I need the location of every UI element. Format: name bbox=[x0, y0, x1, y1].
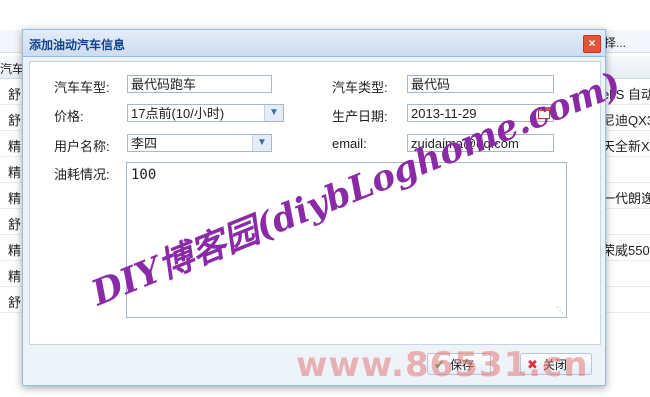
price-label: 价格: bbox=[54, 109, 84, 124]
row-cell-type: 舒 bbox=[8, 295, 22, 310]
username-select[interactable]: 李四 ▼ bbox=[127, 134, 272, 152]
dialog-titlebar[interactable]: 添加油动汽车信息 × bbox=[23, 30, 605, 57]
email-label: email: bbox=[332, 136, 367, 151]
chevron-down-icon[interactable]: ▼ bbox=[264, 105, 283, 121]
car-model-field[interactable]: 最代码跑车 bbox=[127, 75, 272, 93]
close-icon[interactable]: × bbox=[583, 35, 601, 53]
fuel-consumption-label: 油耗情况: bbox=[54, 167, 110, 182]
row-cell-type: 精 bbox=[8, 139, 22, 154]
car-type-label: 汽车类型: bbox=[332, 80, 388, 95]
row-cell-type: 舒 bbox=[8, 217, 22, 232]
row-cell-model: 天全新X bbox=[602, 139, 650, 154]
chevron-down-icon[interactable]: ▼ bbox=[252, 135, 271, 151]
price-select[interactable]: 17点前(10/小时) ▼ bbox=[127, 104, 284, 122]
row-cell-type: 精 bbox=[8, 165, 22, 180]
row-cell-type: 精 bbox=[8, 191, 22, 206]
background-select-dropdown[interactable]: 择... bbox=[604, 34, 644, 50]
username-select-value: 李四 bbox=[131, 136, 158, 151]
watermark-url: www.86531.cn bbox=[296, 345, 589, 385]
resize-grip-icon[interactable]: ⋱ bbox=[556, 307, 564, 315]
row-cell-model: 尼迪QX3 bbox=[602, 113, 650, 128]
dialog-title: 添加油动汽车信息 bbox=[29, 38, 126, 52]
fuel-consumption-value: 100 bbox=[131, 167, 157, 183]
row-cell-type: 精 bbox=[8, 269, 22, 284]
background-header-label: 汽车 bbox=[0, 62, 25, 76]
row-cell-model: 一代朗逸 bbox=[602, 191, 650, 206]
row-cell-type: 舒 bbox=[8, 87, 22, 102]
row-cell-type: 精 bbox=[8, 243, 22, 258]
row-cell-type: 舒 bbox=[8, 113, 22, 128]
car-model-label: 汽车车型: bbox=[54, 80, 110, 95]
row-cell-model: 荣威550 bbox=[602, 243, 650, 258]
price-select-value: 17点前(10/小时) bbox=[131, 106, 225, 121]
production-date-label: 生产日期: bbox=[332, 109, 388, 124]
username-label: 用户名称: bbox=[54, 139, 110, 154]
